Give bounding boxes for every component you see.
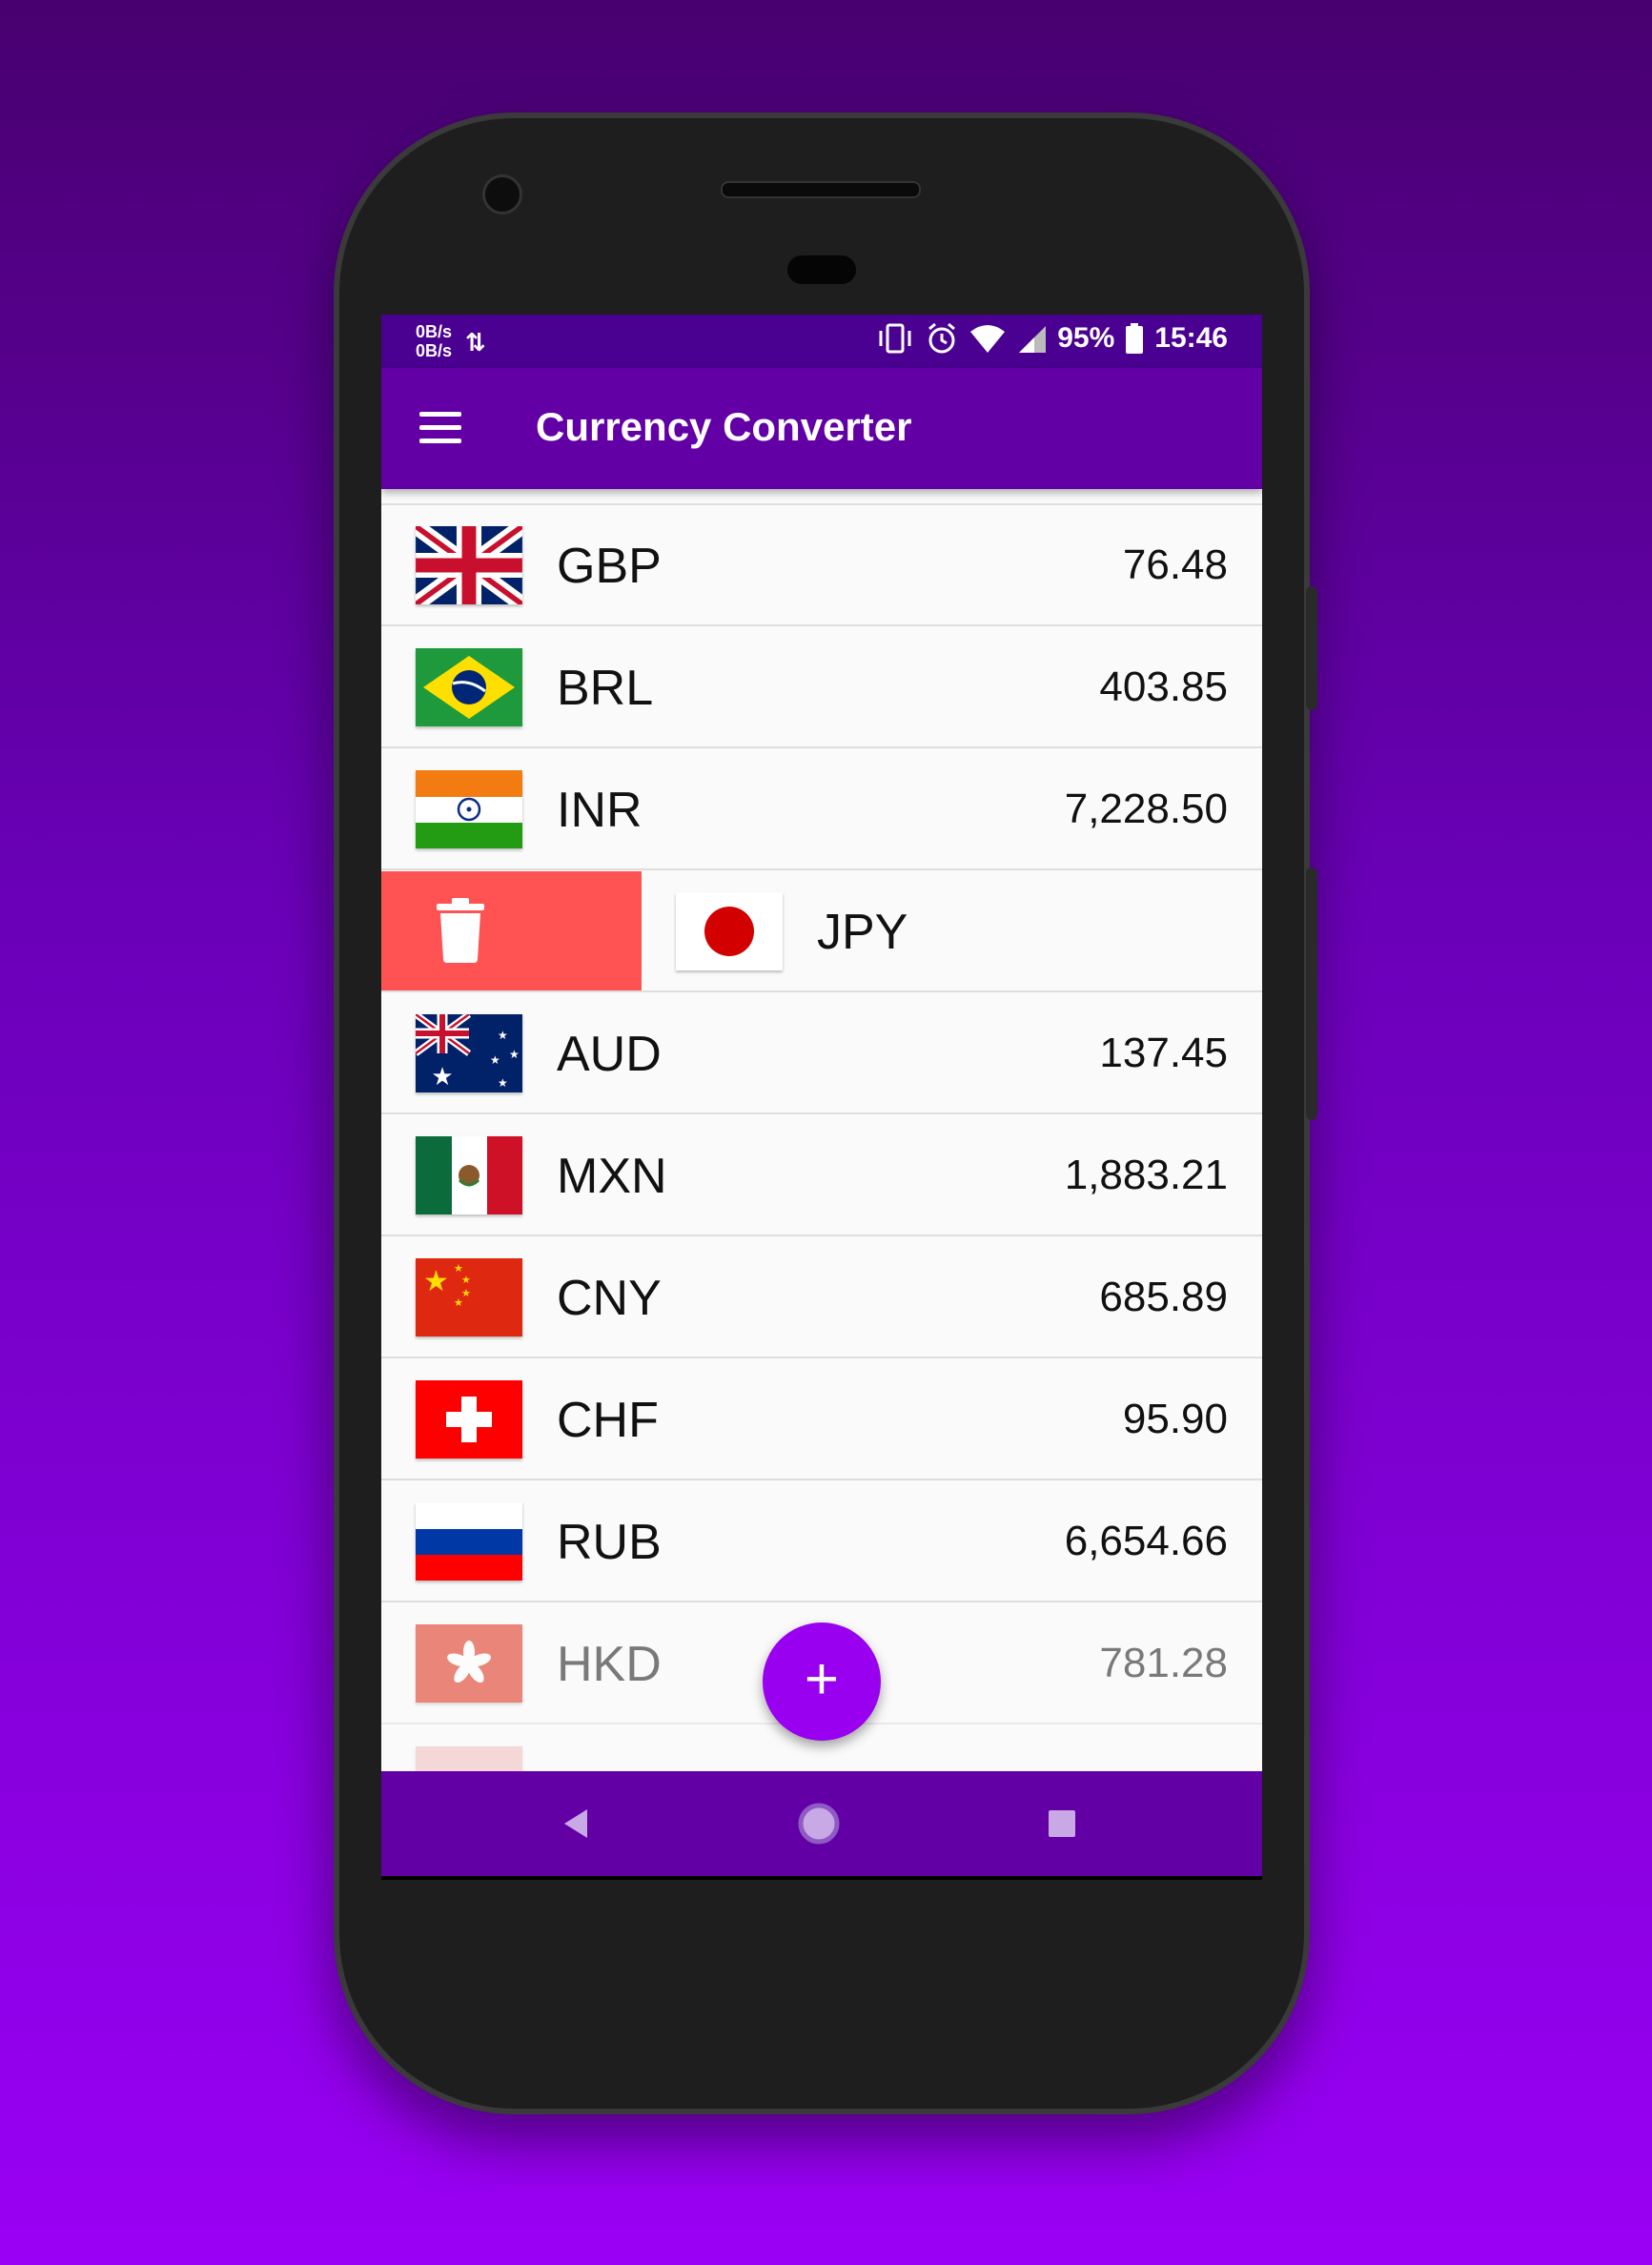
delete-button[interactable] — [381, 871, 642, 990]
currency-code: BRL — [557, 661, 654, 716]
currency-row-cny[interactable]: ★ ★ ★ ★ ★ CNY 685.89 — [381, 1237, 1262, 1358]
svg-text:★: ★ — [454, 1297, 463, 1309]
vibrate-icon — [879, 323, 911, 354]
add-currency-button[interactable]: + — [763, 1622, 881, 1741]
china-flag: ★ ★ ★ ★ ★ — [416, 1258, 522, 1337]
signal-icon — [1019, 326, 1047, 353]
switzerland-flag — [416, 1380, 522, 1459]
currency-list[interactable]: GBP 76.48 BRL 403.85 INR 7,228.50 JPY ★ … — [381, 489, 1262, 1771]
battery-percent: 95% — [1057, 322, 1115, 354]
net-up-speed: 0B/s — [416, 322, 453, 341]
currency-code: AUD — [557, 1027, 662, 1082]
currency-row-chf[interactable]: CHF 95.90 — [381, 1359, 1262, 1480]
status-bar: 0B/s 0B/s ⇅ 95% 15:46 — [381, 315, 1262, 368]
uk-flag — [416, 526, 522, 604]
flag-icon — [416, 1746, 522, 1771]
network-speed: 0B/s 0B/s — [416, 322, 452, 360]
svg-text:★: ★ — [498, 1029, 508, 1042]
navigation-bar — [381, 1771, 1262, 1876]
currency-value[interactable]: 6,654.66 — [1065, 1518, 1228, 1565]
svg-text:★: ★ — [498, 1076, 508, 1090]
currency-row-inr[interactable]: INR 7,228.50 — [381, 749, 1262, 870]
currency-code: JPY — [817, 905, 908, 960]
currency-code: INR — [557, 783, 642, 838]
svg-text:★: ★ — [509, 1048, 520, 1061]
svg-text:★: ★ — [423, 1266, 449, 1297]
currency-value[interactable]: 95.90 — [1123, 1396, 1228, 1443]
india-flag — [416, 770, 522, 848]
list-item[interactable] — [381, 489, 1262, 505]
svg-text:★: ★ — [431, 1062, 453, 1091]
currency-code: MXN — [557, 1149, 667, 1204]
currency-value[interactable]: 137.45 — [1099, 1030, 1228, 1077]
recents-icon[interactable] — [1049, 1810, 1075, 1837]
proximity-sensor — [787, 255, 856, 284]
brazil-flag — [416, 648, 522, 726]
currency-code: RUB — [557, 1515, 662, 1570]
app-bar: Currency Converter — [381, 368, 1262, 489]
currency-code: GBP — [557, 539, 662, 594]
currency-row-rub[interactable]: RUB 6,654.66 — [381, 1481, 1262, 1602]
japan-flag — [676, 892, 783, 970]
currency-value[interactable]: 685.89 — [1099, 1274, 1228, 1321]
menu-icon[interactable] — [419, 412, 461, 444]
svg-text:★: ★ — [454, 1263, 463, 1275]
russia-flag — [416, 1502, 522, 1581]
australia-flag: ★ ★ ★ ★ ★ — [416, 1014, 522, 1092]
back-icon[interactable] — [561, 1807, 591, 1840]
home-icon[interactable] — [795, 1800, 843, 1847]
currency-row-jpy[interactable]: JPY — [381, 871, 1262, 992]
mexico-flag — [416, 1136, 522, 1214]
currency-value[interactable]: 781.28 — [1099, 1640, 1228, 1687]
clock: 15:46 — [1154, 322, 1228, 354]
currency-code: HKD — [557, 1637, 662, 1692]
data-transfer-icon: ⇅ — [465, 328, 486, 357]
currency-value[interactable]: 7,228.50 — [1065, 786, 1228, 833]
svg-text:★: ★ — [490, 1053, 500, 1067]
volume-button — [1306, 867, 1317, 1120]
currency-code: CNY — [557, 1271, 662, 1326]
battery-icon — [1126, 323, 1144, 354]
currency-value[interactable]: 76.48 — [1123, 541, 1228, 589]
currency-value[interactable]: 403.85 — [1099, 663, 1228, 711]
currency-row-gbp[interactable]: GBP 76.48 — [381, 505, 1262, 626]
earpiece-speaker — [721, 181, 921, 198]
wifi-icon — [970, 325, 1006, 353]
currency-row-brl[interactable]: BRL 403.85 — [381, 627, 1262, 748]
hongkong-flag — [416, 1624, 522, 1703]
alarm-icon — [928, 322, 956, 354]
page-title: Currency Converter — [536, 404, 912, 449]
svg-text:★: ★ — [461, 1275, 471, 1286]
power-button — [1306, 586, 1317, 710]
phone-screen: 0B/s 0B/s ⇅ 95% 15:46 Currency Converter… — [381, 315, 1262, 1880]
currency-code: CHF — [557, 1393, 659, 1448]
trash-icon — [437, 898, 484, 963]
net-down-speed: 0B/s — [416, 341, 453, 360]
currency-row-aud[interactable]: ★ ★ ★ ★ ★ AUD 137.45 — [381, 993, 1262, 1114]
currency-row-mxn[interactable]: MXN 1,883.21 — [381, 1115, 1262, 1236]
currency-value[interactable]: 1,883.21 — [1065, 1152, 1228, 1199]
front-camera — [482, 174, 522, 214]
